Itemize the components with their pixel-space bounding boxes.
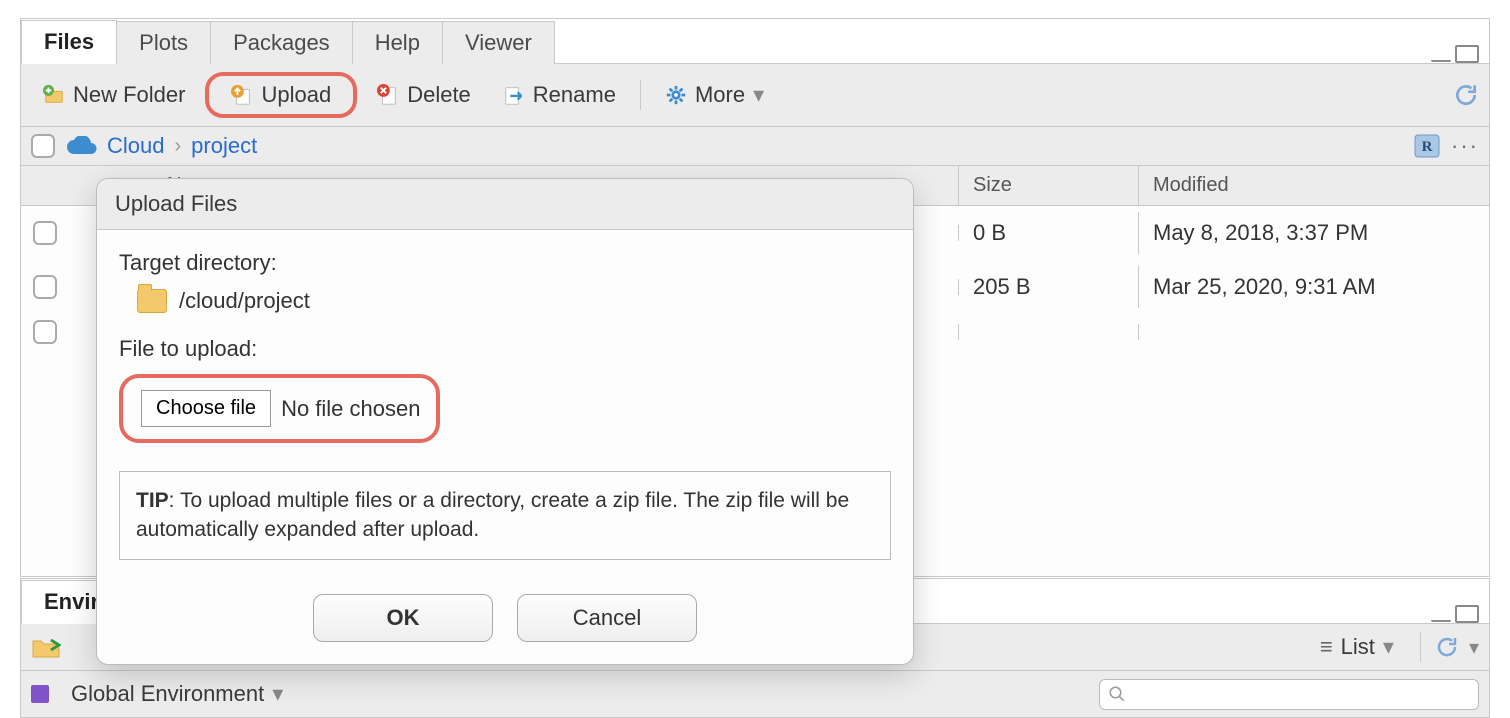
target-dir-path: /cloud/project	[179, 288, 310, 314]
env-search-input[interactable]	[1099, 679, 1479, 710]
chevron-down-icon: ▾	[753, 82, 764, 108]
target-dir-label: Target directory:	[119, 250, 891, 276]
row-checkbox[interactable]	[33, 275, 57, 299]
rename-icon	[503, 84, 525, 106]
minimize-icon[interactable]	[1431, 58, 1451, 62]
refresh-icon[interactable]	[1453, 82, 1479, 108]
upload-highlight-annotation: Upload	[205, 72, 357, 118]
rename-label: Rename	[533, 82, 616, 108]
row-checkbox[interactable]	[33, 320, 57, 344]
global-env-selector[interactable]: Global Environment ▾	[59, 677, 295, 711]
more-button[interactable]: More ▾	[653, 78, 776, 112]
cloud-icon	[65, 136, 97, 156]
target-dir-row[interactable]: /cloud/project	[119, 288, 891, 314]
env-scope-row: Global Environment ▾	[21, 671, 1489, 717]
list-icon: ≡	[1320, 634, 1333, 660]
new-folder-icon	[43, 84, 65, 106]
ok-button[interactable]: OK	[313, 594, 493, 642]
chevron-down-icon[interactable]: ▾	[1469, 635, 1479, 660]
refresh-icon[interactable]	[1435, 635, 1459, 659]
cancel-button[interactable]: Cancel	[517, 594, 697, 642]
column-modified[interactable]: Modified	[1139, 166, 1489, 205]
tab-files[interactable]: Files	[21, 20, 117, 64]
env-search-field[interactable]	[1132, 684, 1470, 705]
tab-plots[interactable]: Plots	[116, 21, 211, 64]
cell-size: 0 B	[959, 212, 1139, 254]
chosen-file-status: No file chosen	[281, 396, 420, 422]
svg-text:R: R	[1422, 139, 1433, 155]
tab-packages[interactable]: Packages	[210, 21, 353, 64]
new-folder-button[interactable]: New Folder	[31, 78, 197, 112]
maximize-icon[interactable]	[1455, 605, 1479, 623]
choose-file-button[interactable]: Choose file	[141, 390, 271, 427]
chevron-down-icon: ▾	[1383, 634, 1394, 660]
package-icon	[31, 685, 49, 703]
file-chooser[interactable]: Choose file No file chosen	[141, 390, 420, 427]
delete-label: Delete	[407, 82, 471, 108]
upload-label: Upload	[261, 82, 331, 108]
more-options-icon[interactable]: ···	[1451, 133, 1479, 159]
row-checkbox[interactable]	[33, 221, 57, 245]
open-folder-icon[interactable]	[31, 635, 61, 659]
upload-files-dialog: Upload Files Target directory: /cloud/pr…	[96, 178, 914, 665]
maximize-icon[interactable]	[1455, 45, 1479, 63]
panel-tabs: Files Plots Packages Help Viewer	[21, 19, 1489, 64]
delete-button[interactable]: Delete	[365, 78, 483, 112]
dialog-title: Upload Files	[97, 179, 913, 230]
global-env-label: Global Environment	[71, 681, 264, 707]
cell-modified: May 8, 2018, 3:37 PM	[1139, 212, 1489, 254]
files-toolbar: New Folder Upload Delete Rename	[21, 64, 1489, 127]
cell-size	[959, 324, 1139, 340]
cell-modified: Mar 25, 2020, 9:31 AM	[1139, 266, 1489, 308]
r-project-icon[interactable]: R	[1413, 133, 1441, 159]
tip-box: TIP: To upload multiple files or a direc…	[119, 471, 891, 560]
gear-icon	[665, 84, 687, 106]
delete-icon	[377, 84, 399, 106]
list-view-button[interactable]: ≡ List ▾	[1308, 630, 1406, 664]
list-label: List	[1341, 634, 1375, 660]
upload-icon	[231, 84, 253, 106]
breadcrumb-current[interactable]: project	[191, 133, 257, 159]
tab-help[interactable]: Help	[352, 21, 443, 64]
select-all-checkbox[interactable]	[31, 134, 55, 158]
new-folder-label: New Folder	[73, 82, 185, 108]
choose-file-highlight-annotation: Choose file No file chosen	[119, 374, 440, 443]
tab-viewer[interactable]: Viewer	[442, 21, 555, 64]
breadcrumb-root[interactable]: Cloud	[107, 133, 164, 159]
rename-button[interactable]: Rename	[491, 78, 628, 112]
chevron-right-icon: ›	[174, 135, 181, 158]
search-icon	[1108, 685, 1126, 703]
tip-bold: TIP	[136, 489, 169, 512]
tip-text: : To upload multiple files or a director…	[136, 489, 849, 541]
dialog-footer: OK Cancel	[97, 578, 913, 664]
toolbar-separator	[640, 80, 641, 110]
cell-size: 205 B	[959, 266, 1139, 308]
minimize-icon[interactable]	[1431, 618, 1451, 622]
upload-button[interactable]: Upload	[219, 78, 343, 112]
chevron-down-icon: ▾	[272, 681, 283, 707]
folder-icon	[137, 289, 167, 313]
column-size[interactable]: Size	[959, 166, 1139, 205]
file-upload-label: File to upload:	[119, 336, 891, 362]
breadcrumb-row: Cloud › project R ···	[21, 127, 1489, 166]
cell-modified	[1139, 324, 1489, 340]
more-label: More	[695, 82, 745, 108]
